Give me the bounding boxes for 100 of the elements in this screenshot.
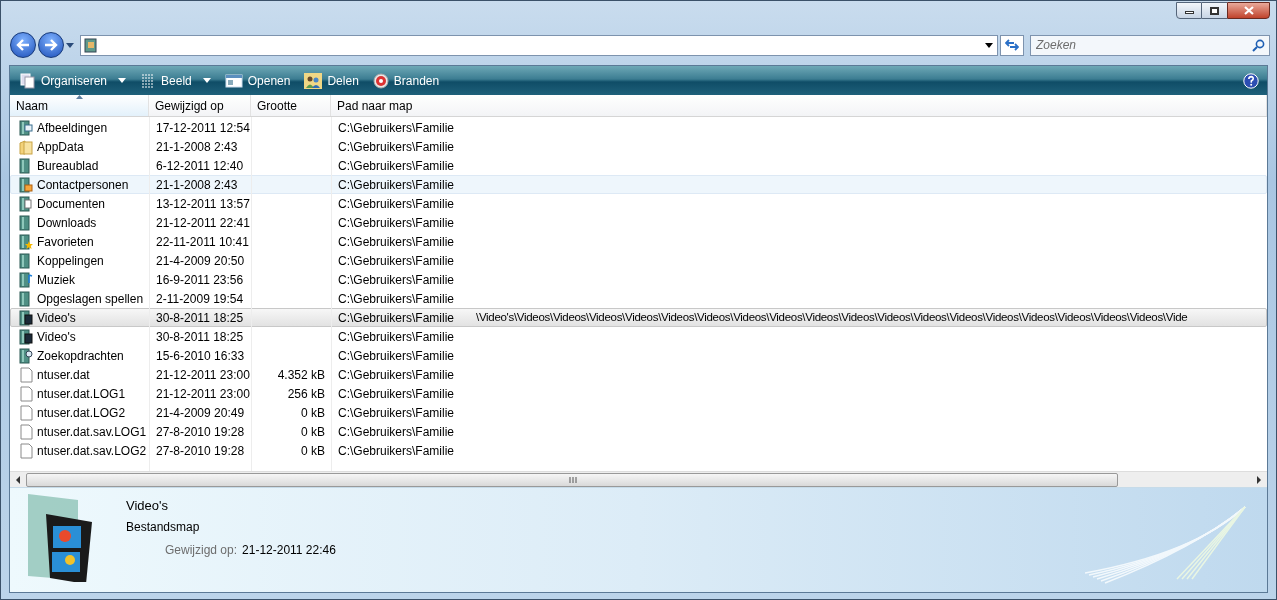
people-icon <box>304 72 323 89</box>
caret-icon <box>118 78 127 83</box>
property-value: 21-12-2011 22:46 <box>242 541 336 559</box>
file-name: Afbeeldingen <box>37 119 108 137</box>
column-label: Grootte <box>257 97 298 115</box>
file-icon <box>19 404 33 421</box>
modified-date: 2-11-2009 19:54 <box>155 290 245 308</box>
folder-icon <box>19 233 33 250</box>
address-field[interactable] <box>80 34 998 56</box>
modified-date: 6-12-2011 12:40 <box>155 157 245 175</box>
file-name: Video's <box>37 328 76 346</box>
file-name: Favorieten <box>37 233 94 251</box>
file-row[interactable]: ntuser.dat 21-12-2011 23:00 4.352 kB C:\Gebruikers\Familie <box>10 365 1267 384</box>
toolbar-button[interactable]: Organiseren <box>16 68 131 93</box>
folder-icon <box>19 214 33 231</box>
search-field[interactable]: Zoeken <box>1030 34 1270 56</box>
modified-date: 30-8-2011 18:25 <box>155 328 245 346</box>
file-row[interactable]: Zoekopdrachten 15-6-2010 16:33 C:\Gebruikers\Familie <box>10 346 1267 365</box>
file-name: Documenten <box>37 195 106 213</box>
modified-date: 21-12-2011 23:00 <box>155 385 251 403</box>
refresh-button[interactable] <box>1000 34 1024 56</box>
folder-icon <box>19 176 33 193</box>
file-row[interactable]: Documenten 13-12-2011 13:57 C:\Gebruikers\Familie <box>10 194 1267 213</box>
file-name: ntuser.dat.LOG1 <box>37 385 126 403</box>
folder-icon <box>19 328 33 345</box>
folder-path: C:\Gebruikers\Familie <box>337 138 456 156</box>
file-row[interactable]: Afbeeldingen 17-12-2011 12:54 C:\Gebruikers\Familie <box>10 118 1267 137</box>
folder-path: C:\Gebruikers\Familie <box>337 157 456 175</box>
window-icon <box>224 73 243 88</box>
modified-date: 27-8-2010 19:28 <box>155 442 246 460</box>
toolbar-button[interactable]: Beeld <box>136 68 215 93</box>
file-name: ntuser.dat.sav.LOG2 <box>37 442 147 460</box>
toolbar-button[interactable]: Delen <box>300 68 363 93</box>
column-label: Naam <box>16 97 48 115</box>
left-arrow-icon <box>16 39 30 51</box>
folder-icon <box>19 252 33 269</box>
file-row[interactable]: Favorieten 22-11-2011 10:41 C:\Gebruikers\Familie <box>10 232 1267 251</box>
back-button[interactable] <box>10 32 36 58</box>
column-header[interactable]: Gewijzigd op <box>149 95 251 116</box>
modified-date: 21-1-2008 2:43 <box>155 176 239 194</box>
file-row[interactable]: Video's 30-8-2011 18:25 C:\Gebruikers\Familie <box>10 327 1267 346</box>
file-name: Koppelingen <box>37 252 104 270</box>
maximize-button[interactable] <box>1202 2 1227 19</box>
refresh-icon <box>1005 39 1019 51</box>
dropdown-caret-icon[interactable] <box>985 42 993 48</box>
overflow-path: \Video's\Videos\Videos\Videos\Videos\Videos\Videos\Videos\Videos\Videos\Videos\Videos\Videos\Videos\Videos\Videos\Videos\Videos\Videos\Vide <box>476 309 1188 325</box>
file-row[interactable]: Muziek 16-9-2011 23:56 C:\Gebruikers\Familie <box>10 270 1267 289</box>
toolbar-button[interactable]: Branden <box>368 68 444 93</box>
file-name: Zoekopdrachten <box>37 347 124 365</box>
toolbar-button[interactable]: Openen <box>220 68 295 93</box>
disc-icon <box>372 72 389 89</box>
file-row[interactable]: ntuser.dat.sav.LOG1 27-8-2010 19:28 0 kB C:\Gebruikers\Familie <box>10 422 1267 441</box>
file-row[interactable]: Bureaublad 6-12-2011 12:40 C:\Gebruikers\Familie <box>10 156 1267 175</box>
caret-icon <box>202 78 211 83</box>
file-icon <box>19 423 33 440</box>
folder-icon <box>19 119 33 136</box>
modified-date: 16-9-2011 23:56 <box>155 271 245 289</box>
column-label: Gewijzigd op <box>155 97 224 115</box>
file-row[interactable]: Downloads 21-12-2011 22:41 C:\Gebruikers\Familie <box>10 213 1267 232</box>
file-row[interactable]: ntuser.dat.sav.LOG2 27-8-2010 19:28 0 kB C:\Gebruikers\Familie <box>10 441 1267 460</box>
minimize-button[interactable] <box>1176 2 1202 19</box>
file-name: Bureaublad <box>37 157 99 175</box>
folder-path: C:\Gebruikers\Familie <box>337 195 456 213</box>
pages-icon <box>20 72 36 89</box>
file-row[interactable]: Koppelingen 21-4-2009 20:50 C:\Gebruikers\Familie <box>10 251 1267 270</box>
file-row[interactable]: Opgeslagen spellen 2-11-2009 19:54 C:\Gebruikers\Familie <box>10 289 1267 308</box>
sort-arrow-icon <box>76 95 83 99</box>
file-name: Opgeslagen spellen <box>37 290 144 308</box>
column-header[interactable]: Pad naar map <box>331 95 1267 116</box>
column-label: Pad naar map <box>337 97 413 115</box>
file-row[interactable]: AppData 21-1-2008 2:43 C:\Gebruikers\Familie <box>10 137 1267 156</box>
folder-icon <box>19 195 33 212</box>
file-size: 4.352 kB <box>277 366 325 384</box>
file-row[interactable]: Video's 30-8-2011 18:25 C:\Gebruikers\Familie \Video's\Videos\Videos\Videos\Videos\Videos\Videos\Videos\Videos\Videos\Videos\Videos\Videos\Videos\Videos\Videos\Videos\Videos\Videos\Vide <box>10 308 1267 327</box>
folder-icon <box>19 138 33 155</box>
column-header[interactable]: Naam <box>10 95 149 116</box>
scrollbar-thumb[interactable] <box>26 472 1118 487</box>
close-icon <box>1243 6 1254 15</box>
history-caret-icon[interactable] <box>66 42 74 48</box>
modified-date: 27-8-2010 19:28 <box>155 423 246 441</box>
file-row[interactable]: Contactpersonen 21-1-2008 2:43 C:\Gebruikers\Familie <box>10 175 1267 194</box>
file-name: Contactpersonen <box>37 176 129 194</box>
column-header[interactable]: Grootte <box>251 95 331 116</box>
right-arrow-icon <box>44 39 58 51</box>
modified-date: 21-1-2008 2:43 <box>155 138 239 156</box>
modified-date: 30-8-2011 18:25 <box>155 309 245 327</box>
folder-path: C:\Gebruikers\Familie <box>337 442 456 460</box>
horizontal-scrollbar[interactable] <box>10 471 1267 487</box>
contacts-icon <box>84 37 98 53</box>
search-icon <box>1252 38 1265 52</box>
file-size: 0 kB <box>301 442 325 460</box>
modified-date: 22-11-2011 10:41 <box>155 233 250 251</box>
help-icon[interactable] <box>1243 72 1259 89</box>
close-button[interactable] <box>1227 2 1270 19</box>
forward-button[interactable] <box>38 32 64 58</box>
folder-path: C:\Gebruikers\Familie <box>337 252 456 270</box>
modified-date: 17-12-2011 12:54 <box>155 119 251 137</box>
file-row[interactable]: ntuser.dat.LOG1 21-12-2011 23:00 256 kB C:\Gebruikers\Familie <box>10 384 1267 403</box>
folder-path: C:\Gebruikers\Familie <box>337 366 456 384</box>
file-row[interactable]: ntuser.dat.LOG2 21-4-2009 20:49 0 kB C:\Gebruikers\Familie <box>10 403 1267 422</box>
